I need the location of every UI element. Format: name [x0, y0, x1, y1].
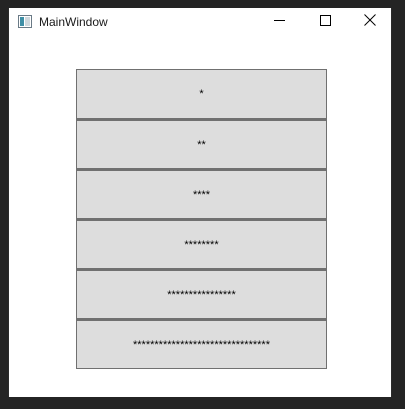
window-title: MainWindow	[39, 15, 108, 29]
title-bar[interactable]: MainWindow	[9, 8, 391, 36]
minimize-button[interactable]	[256, 8, 302, 36]
app-window-icon	[18, 15, 32, 28]
button-stack: * ** **** ******** **************** ****…	[76, 69, 327, 369]
maximize-icon	[319, 13, 331, 31]
stack-button-4[interactable]: ********	[76, 219, 327, 269]
stack-button-5[interactable]: ****************	[76, 269, 327, 319]
minimize-icon	[273, 13, 285, 31]
main-window: MainWindow * ** **** ******** **********…	[8, 8, 392, 397]
stack-button-1[interactable]: *	[76, 69, 327, 119]
client-area: * ** **** ******** **************** ****…	[9, 36, 391, 397]
stack-button-6[interactable]: ********************************	[76, 319, 327, 369]
stack-button-3[interactable]: ****	[76, 169, 327, 219]
close-icon	[364, 13, 376, 31]
close-button[interactable]	[347, 8, 393, 36]
maximize-button[interactable]	[302, 8, 348, 36]
stack-button-2[interactable]: **	[76, 119, 327, 169]
